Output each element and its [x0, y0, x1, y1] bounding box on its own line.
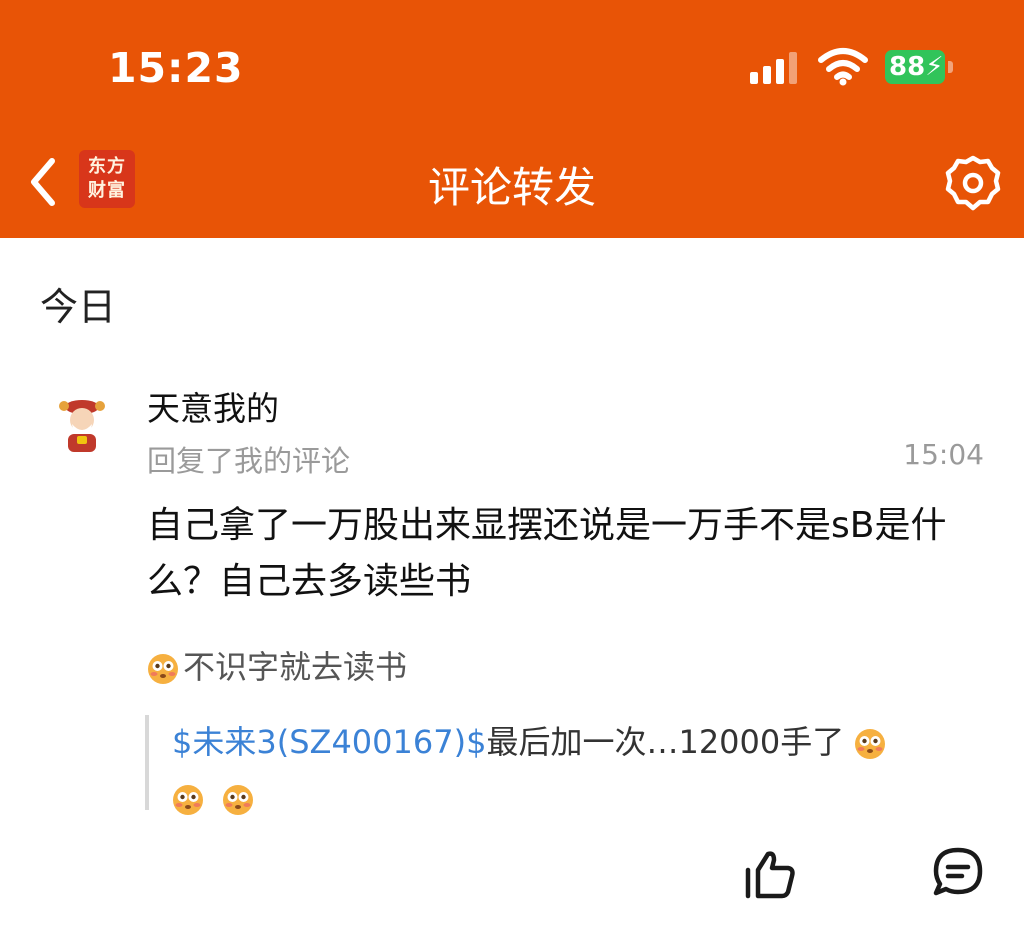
nav-bar: 15:23 88⚡ 东方 财富 评论转发	[0, 0, 1024, 238]
flushed-face-icon	[173, 785, 203, 815]
charging-bolt-icon: ⚡	[925, 52, 944, 82]
quoted-post-text: 最后加一次…12000手了	[486, 723, 845, 761]
my-original-comment[interactable]: 不识字就去读书	[147, 642, 407, 688]
wifi-icon	[818, 48, 868, 86]
battery-indicator: 88⚡	[885, 50, 945, 84]
comment-bubble-icon	[933, 847, 983, 896]
username[interactable]: 天意我的	[147, 382, 279, 430]
thumbs-up-icon	[745, 851, 795, 899]
like-button[interactable]	[742, 846, 798, 902]
battery-nub	[948, 61, 953, 73]
user-avatar[interactable]	[50, 392, 114, 456]
settings-button[interactable]	[944, 154, 1002, 212]
quoted-post[interactable]: $未来3(SZ400167)$最后加一次…12000手了	[172, 714, 992, 826]
comment-button[interactable]	[932, 846, 984, 898]
page-title: 评论转发	[427, 163, 596, 212]
original-comment-text: 不识字就去读书	[183, 648, 408, 686]
notification-action: 回复了我的评论	[147, 444, 351, 478]
gear-icon	[945, 155, 1001, 211]
flushed-face-icon	[223, 785, 254, 815]
flushed-face-icon	[855, 729, 886, 759]
quote-divider	[145, 715, 149, 810]
battery-level: 88	[889, 52, 926, 82]
cellular-signal-icon	[750, 52, 798, 84]
flushed-face-icon	[148, 654, 178, 684]
section-title-today: 今日	[40, 285, 117, 329]
status-time: 15:23	[108, 44, 244, 92]
reply-text[interactable]: 自己拿了一万股出来显摆还说是一万手不是sB是什么？自己去多读些书	[147, 498, 977, 610]
notification-time: 15:04	[903, 438, 984, 471]
stock-link[interactable]: $未来3(SZ400167)$	[172, 723, 486, 761]
